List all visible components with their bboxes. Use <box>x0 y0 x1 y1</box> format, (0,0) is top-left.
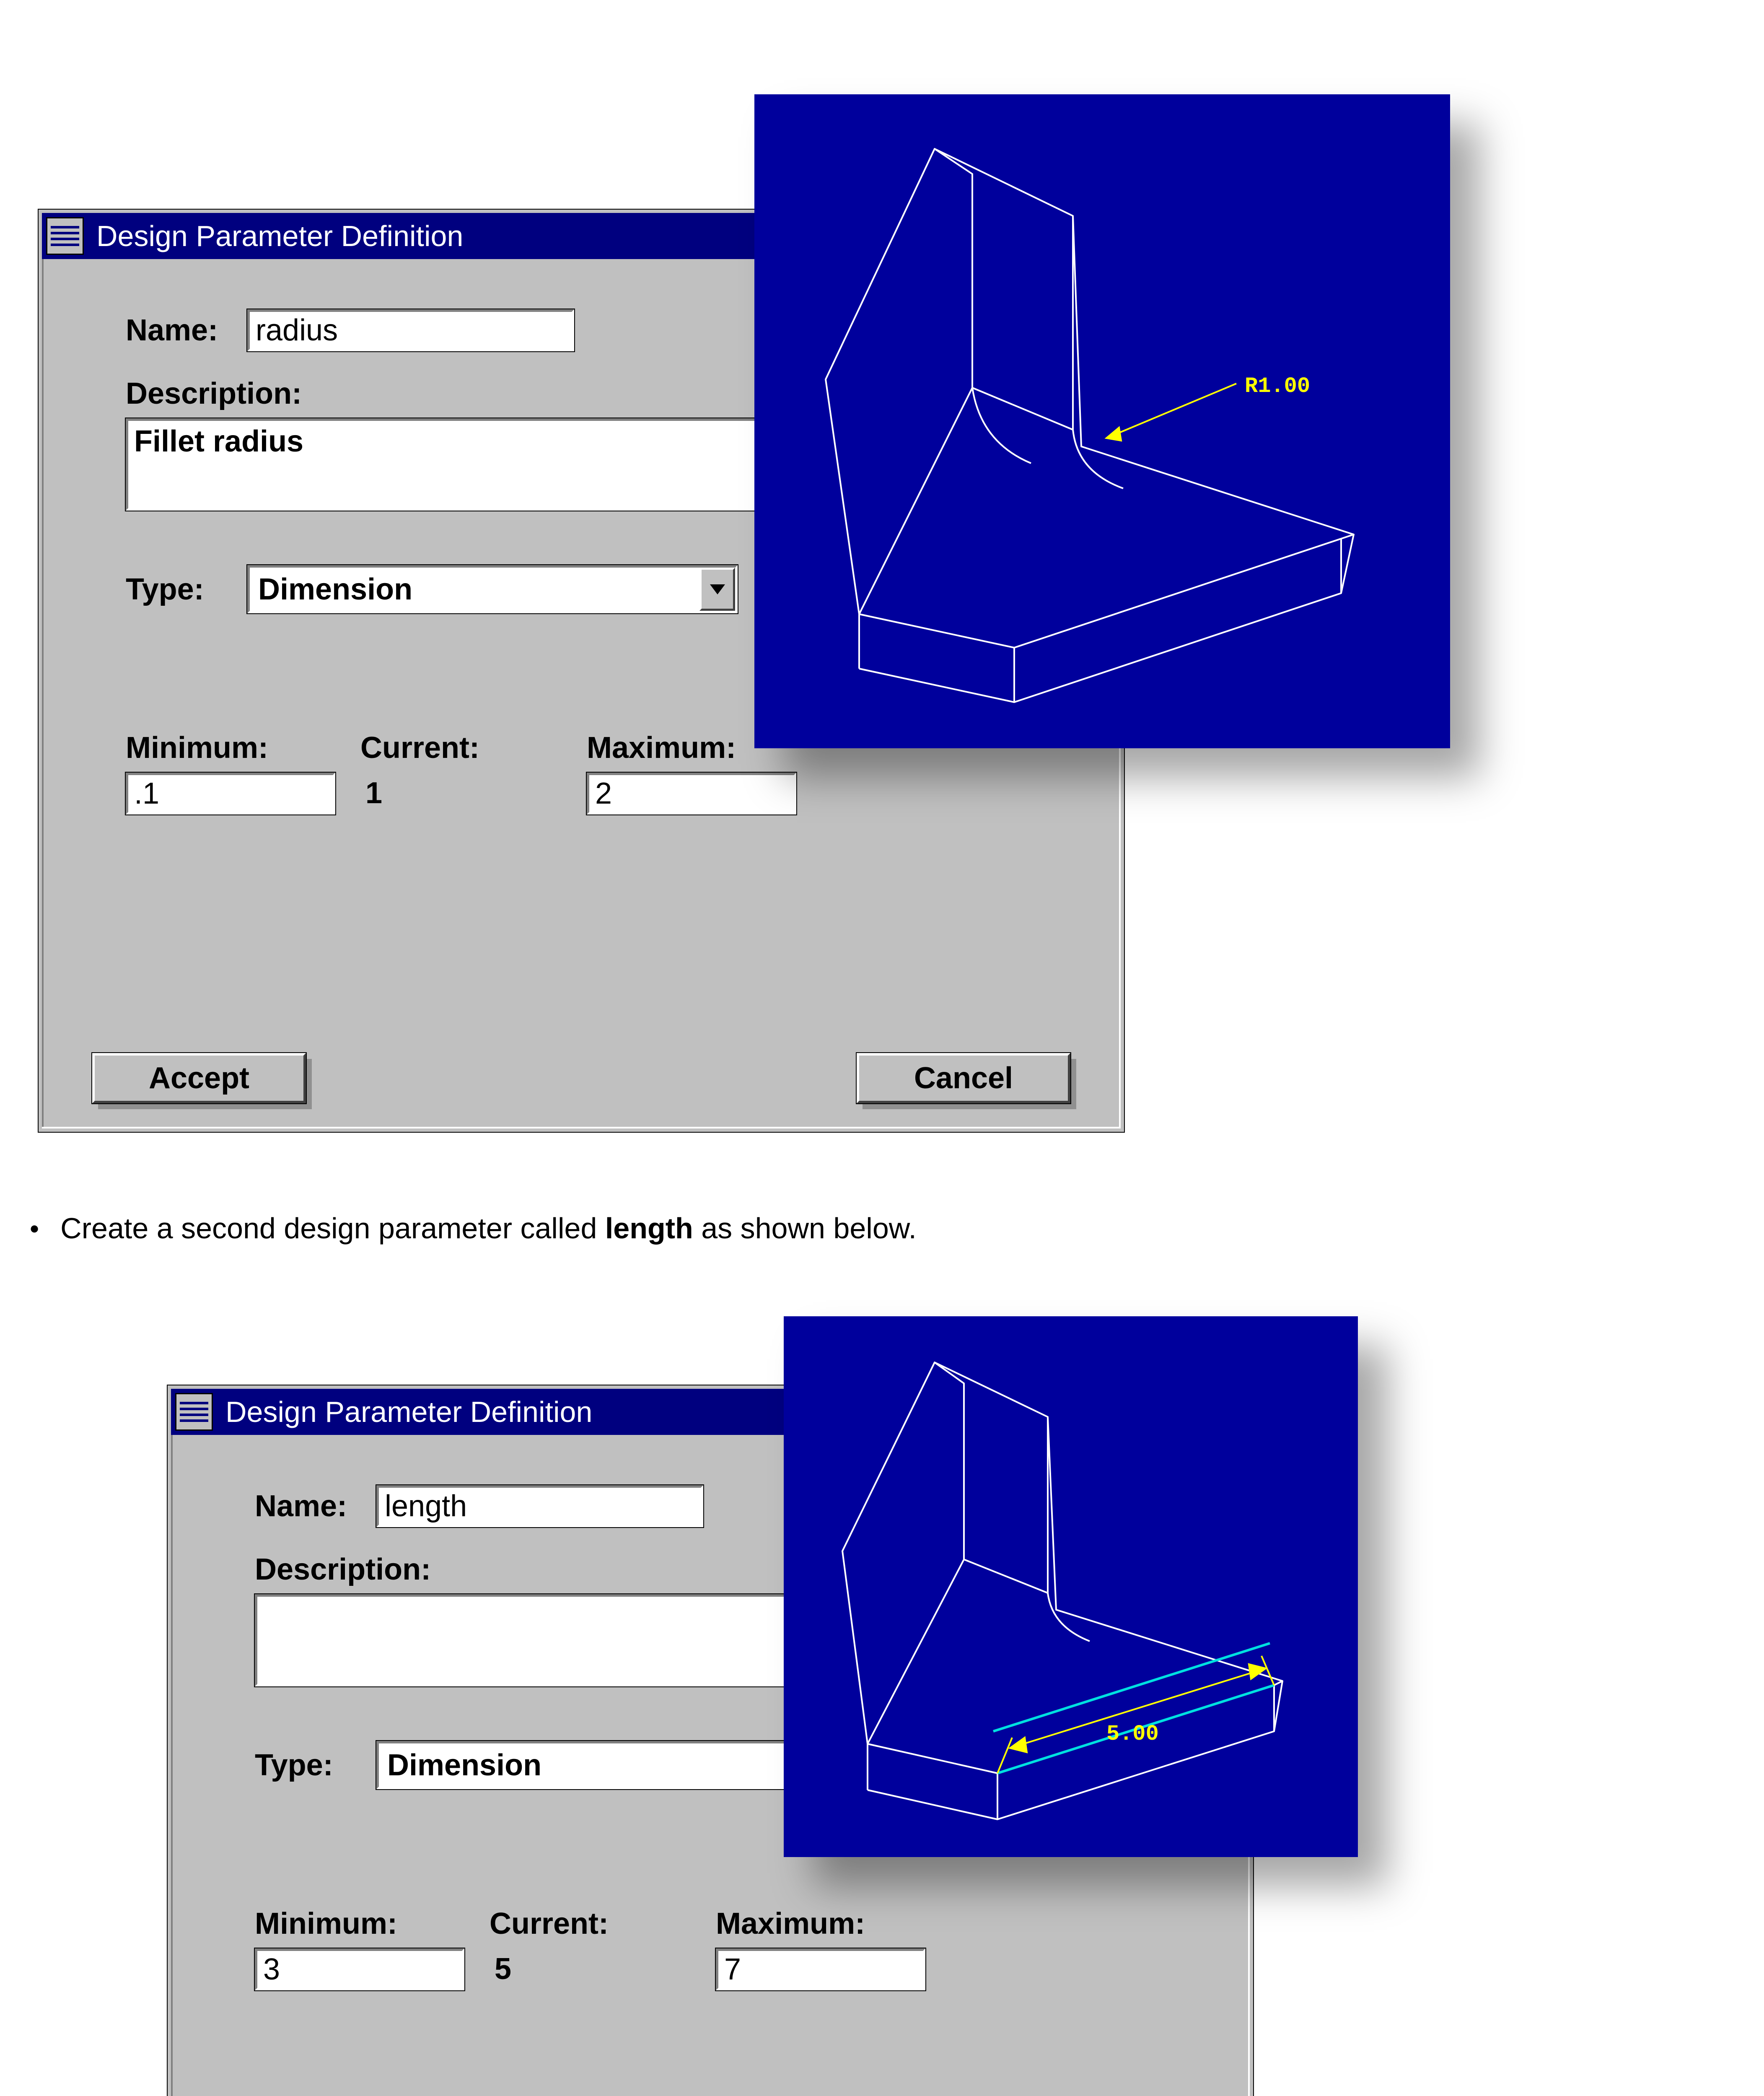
current-label: Current: <box>490 1907 716 1941</box>
maximum-input[interactable] <box>716 1948 925 1990</box>
chevron-down-icon[interactable] <box>699 568 735 611</box>
type-select-value: Dimension <box>379 1748 829 1782</box>
type-select-value: Dimension <box>250 572 699 607</box>
dimension-callout: R1.00 <box>1245 374 1310 399</box>
current-value: 1 <box>360 773 587 815</box>
name-label: Name: <box>255 1489 376 1523</box>
minimum-label: Minimum: <box>255 1907 490 1941</box>
minimum-input[interactable] <box>126 773 335 815</box>
current-label: Current: <box>360 731 587 765</box>
name-input[interactable] <box>247 309 574 351</box>
system-menu-icon[interactable] <box>46 217 84 255</box>
current-value: 5 <box>490 1948 716 1990</box>
name-input[interactable] <box>376 1485 703 1527</box>
instruction-line: ● Create a second design parameter calle… <box>29 1211 917 1245</box>
description-label: Description: <box>126 377 302 410</box>
minimum-input[interactable] <box>255 1948 464 1990</box>
minimum-label: Minimum: <box>126 731 360 765</box>
bullet-icon: ● <box>29 1219 39 1238</box>
accept-button[interactable]: Accept <box>92 1053 306 1103</box>
instruction-bold: length <box>605 1212 693 1245</box>
system-menu-icon[interactable] <box>175 1393 213 1431</box>
description-input[interactable]: Fillet radius <box>126 418 838 511</box>
cancel-button[interactable]: Cancel <box>857 1053 1070 1103</box>
type-select[interactable]: Dimension <box>247 565 738 613</box>
type-label: Type: <box>255 1748 376 1782</box>
instruction-suffix: as shown below. <box>693 1212 917 1245</box>
type-label: Type: <box>126 572 247 607</box>
model-preview-2: 5.00 <box>784 1316 1358 1857</box>
title-text: Design Parameter Definition <box>96 219 463 253</box>
instruction-prefix: Create a second design parameter called <box>60 1212 605 1245</box>
maximum-input[interactable] <box>587 773 796 815</box>
name-label: Name: <box>126 313 247 348</box>
model-preview-1: R1.00 <box>754 94 1450 748</box>
title-text: Design Parameter Definition <box>225 1395 592 1429</box>
description-label: Description: <box>255 1553 431 1586</box>
maximum-label: Maximum: <box>716 1907 942 1941</box>
dimension-callout: 5.00 <box>1106 1722 1159 1746</box>
